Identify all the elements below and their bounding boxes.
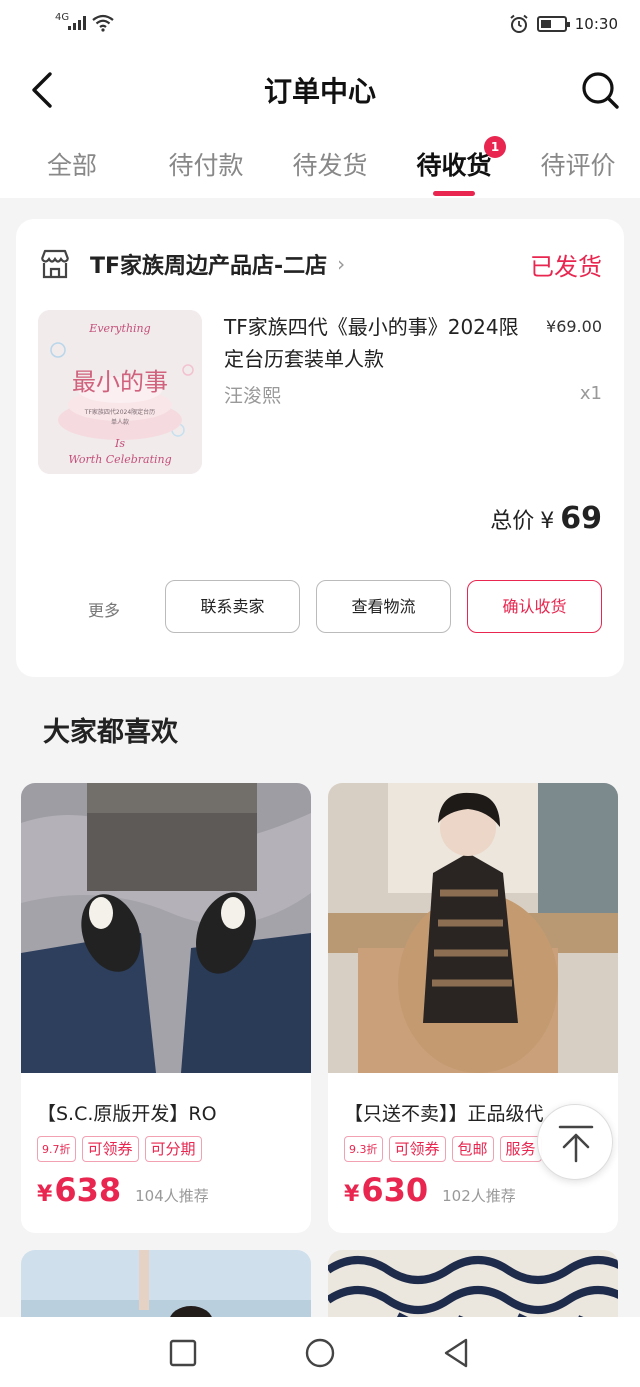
home-icon[interactable] — [304, 1337, 336, 1369]
system-nav-bar — [0, 1317, 640, 1387]
product-tags: 9.3折 可领券 包邮 服务 — [344, 1136, 542, 1162]
order-tabs: 全部 待付款 待发货 待收货 1 待评价 — [0, 132, 640, 198]
back-nav-icon[interactable] — [440, 1337, 472, 1369]
header: 订单中心 — [0, 50, 640, 132]
price-value: 638 — [54, 1171, 122, 1209]
discount-tag: 9.3折 — [344, 1136, 383, 1162]
tab-all[interactable]: 全部 — [0, 132, 144, 198]
service-tag: 服务 — [499, 1136, 542, 1162]
product-quantity: x1 — [579, 383, 602, 404]
product-tags: 9.7折 可领券 可分期 — [37, 1136, 202, 1162]
recommend-count: 104人推荐 — [135, 1187, 209, 1205]
recent-apps-icon[interactable] — [167, 1337, 199, 1369]
recommend-count: 102人推荐 — [442, 1187, 516, 1205]
alarm-icon — [510, 14, 528, 33]
product-spec: 汪浚熙 — [224, 385, 282, 407]
more-link[interactable]: 更多 — [88, 597, 120, 621]
signal-icon — [68, 16, 86, 30]
store-row: TF家族周边产品店-二店 › 已发货 — [38, 243, 602, 285]
discount-tag: 9.7折 — [37, 1136, 76, 1162]
status-bar: 4G 10:30 — [0, 0, 640, 50]
tab-pending-shipment[interactable]: 待发货 — [268, 132, 392, 198]
installment-tag: 可分期 — [144, 1136, 202, 1162]
wifi-icon — [92, 14, 114, 32]
product-title[interactable]: TF家族四代《最小的事》2024限定台历套装单人款 — [224, 311, 524, 375]
search-icon[interactable] — [580, 70, 620, 110]
total-currency: ¥ — [540, 509, 555, 534]
recommend-title: 大家都喜欢 — [43, 717, 178, 748]
arrow-up-icon — [558, 1125, 594, 1163]
svg-text:最小的事: 最小的事 — [72, 368, 168, 396]
svg-text:Everything: Everything — [88, 322, 150, 335]
price-row: ¥ 638 104人推荐 — [37, 1171, 209, 1209]
network-type: 4G — [55, 12, 70, 23]
chevron-right-icon[interactable]: › — [337, 252, 345, 276]
contact-seller-button[interactable]: 联系卖家 — [165, 580, 300, 633]
svg-text:Is: Is — [114, 437, 125, 450]
product-image — [21, 783, 311, 1073]
back-to-top-button[interactable] — [537, 1104, 613, 1180]
order-status: 已发货 — [530, 252, 602, 281]
product-image[interactable]: Everything 最小的事 TF家族四代2024限定台历 单人款 Is Wo… — [38, 310, 202, 474]
total-value: 69 — [560, 501, 602, 536]
price-row: ¥ 630 102人推荐 — [344, 1171, 516, 1209]
view-logistics-button[interactable]: 查看物流 — [316, 580, 451, 633]
price-currency: ¥ — [344, 1182, 360, 1207]
coupon-tag: 可领券 — [388, 1136, 446, 1162]
price-currency: ¥ — [37, 1182, 53, 1207]
clock: 10:30 — [574, 15, 618, 33]
store-name[interactable]: TF家族周边产品店-二店 — [90, 248, 327, 280]
tab-pending-receipt[interactable]: 待收货 1 — [392, 132, 516, 198]
svg-text:Worth Celebrating: Worth Celebrating — [68, 453, 171, 466]
svg-text:单人款: 单人款 — [111, 418, 129, 426]
tab-pending-payment[interactable]: 待付款 — [144, 132, 268, 198]
active-tab-indicator — [433, 191, 475, 196]
product-image — [328, 783, 618, 1073]
product-name: 【S.C.原版开发】RO — [37, 1103, 217, 1125]
store-icon — [40, 249, 70, 279]
page-title: 订单中心 — [263, 75, 376, 108]
order-card: TF家族周边产品店-二店 › 已发货 Everything 最小的事 TF家族四… — [16, 219, 624, 677]
confirm-receipt-button[interactable]: 确认收货 — [467, 580, 602, 633]
total-label: 总价 — [490, 509, 535, 534]
order-total: 总价 ¥ 69 — [490, 501, 602, 536]
product-price: ¥69.00 — [546, 317, 602, 336]
price-value: 630 — [361, 1171, 429, 1209]
battery-icon — [536, 16, 570, 32]
svg-text:TF家族四代2024限定台历: TF家族四代2024限定台历 — [84, 408, 155, 416]
tab-pending-review[interactable]: 待评价 — [516, 132, 640, 198]
tab-badge: 1 — [484, 136, 506, 158]
coupon-tag: 可领券 — [81, 1136, 139, 1162]
recommend-card[interactable]: 【S.C.原版开发】RO 9.7折 可领券 可分期 ¥ 638 104人推荐 — [21, 783, 311, 1233]
free-shipping-tag: 包邮 — [451, 1136, 494, 1162]
